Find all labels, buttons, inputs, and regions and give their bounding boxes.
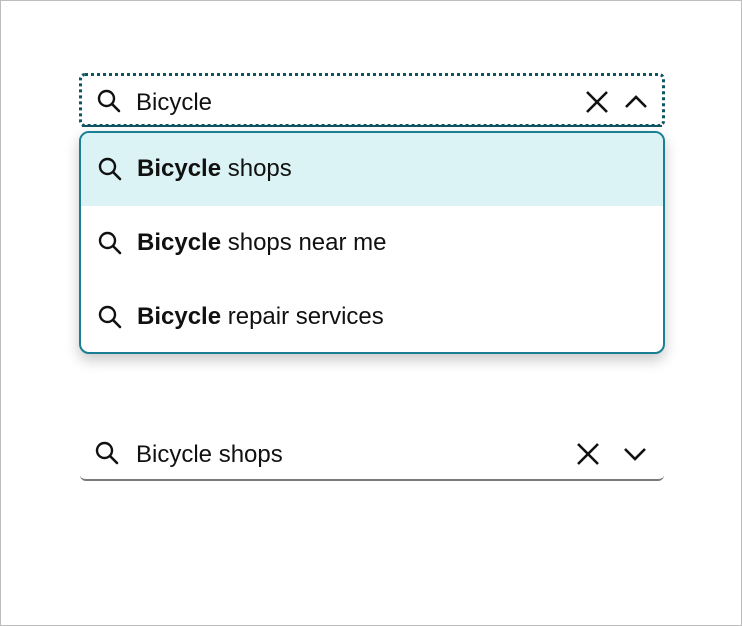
search-combobox-expanded[interactable]: Bicycle (79, 73, 665, 127)
matched-text: Bicycle (137, 155, 222, 182)
suggestion-rest: shops near me (221, 229, 387, 256)
suggestion-rest: shops (221, 155, 292, 182)
page-frame: Bicycle Bicycle shops Bicycle shops near… (0, 0, 742, 626)
close-icon[interactable] (582, 87, 612, 117)
search-icon (98, 231, 122, 255)
search-icon (97, 89, 121, 113)
suggestion-option[interactable]: Bicycle shops (81, 133, 663, 206)
suggestion-label: Bicycle repair services (137, 303, 384, 331)
search-input[interactable]: Bicycle (136, 89, 212, 117)
search-icon (98, 305, 122, 329)
search-icon (98, 157, 122, 181)
suggestions-listbox: Bicycle shops Bicycle shops near me Bicy… (79, 131, 665, 354)
chevron-down-icon[interactable] (620, 439, 650, 469)
matched-text: Bicycle (137, 303, 222, 330)
matched-text: Bicycle (137, 229, 222, 256)
suggestion-rest: repair services (221, 303, 384, 330)
suggestion-label: Bicycle shops (137, 155, 292, 183)
search-icon (95, 441, 119, 465)
suggestion-option[interactable]: Bicycle repair services (81, 281, 663, 352)
search-combobox-collapsed[interactable]: Bicycle shops (80, 431, 664, 481)
search-input[interactable]: Bicycle shops (136, 441, 283, 469)
chevron-up-icon[interactable] (621, 87, 651, 117)
suggestion-option[interactable]: Bicycle shops near me (81, 207, 663, 280)
close-icon[interactable] (573, 439, 603, 469)
suggestion-label: Bicycle shops near me (137, 229, 386, 257)
